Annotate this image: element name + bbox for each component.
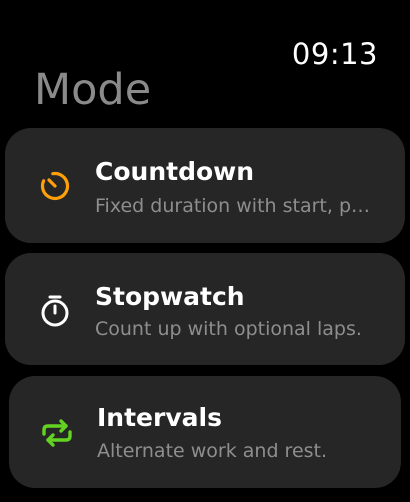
status-time: 09:13 — [291, 37, 378, 71]
mode-subtitle: Count up with optional laps. — [95, 318, 362, 340]
mode-title: Stopwatch — [95, 282, 245, 311]
mode-subtitle: Fixed duration with start, pause, and re… — [95, 195, 379, 217]
page-title: Mode — [34, 65, 152, 115]
repeat-arrows-icon — [42, 419, 72, 447]
mode-title: Intervals — [97, 403, 222, 432]
mode-option-stopwatch[interactable]: Stopwatch Count up with optional laps. — [5, 253, 405, 365]
mode-option-countdown[interactable]: Countdown Fixed duration with start, pau… — [5, 128, 405, 243]
mode-option-intervals[interactable]: Intervals Alternate work and rest. — [9, 376, 401, 488]
mode-subtitle: Alternate work and rest. — [97, 440, 328, 462]
mode-title: Countdown — [95, 157, 255, 186]
stopwatch-icon — [41, 295, 69, 327]
countdown-timer-icon — [40, 171, 70, 201]
